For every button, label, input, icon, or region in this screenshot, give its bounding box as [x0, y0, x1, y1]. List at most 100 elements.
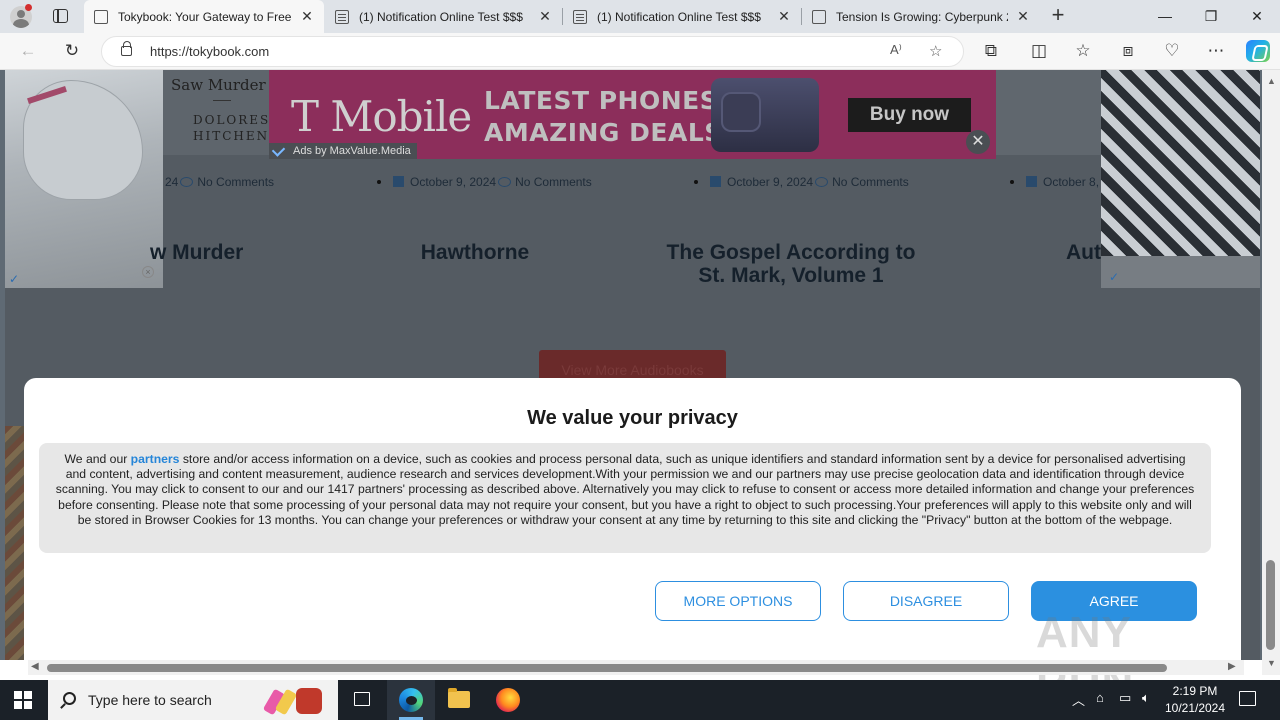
task-view-icon [354, 692, 370, 706]
author-line-2: HITCHENS [193, 129, 280, 143]
partners-link[interactable]: partners [131, 452, 180, 466]
side-ad-close-icon[interactable]: × [142, 266, 154, 278]
tab-cyberpunk[interactable]: Tension Is Growing: Cyberpunk 2 ✕ [802, 0, 1040, 33]
search-placeholder[interactable]: Type here to search [88, 692, 212, 708]
minimize-icon[interactable]: — [1155, 6, 1175, 26]
tmobile-banner-ad[interactable]: T Mobile LATEST PHONES AMAZING DEALS Buy… [269, 70, 996, 159]
post-date: 24 [165, 175, 179, 189]
scroll-down-icon[interactable]: ▼ [1267, 658, 1276, 668]
tab-title: (1) Notification Online Test $$$ [597, 9, 761, 24]
page-icon [335, 9, 349, 24]
buy-now-button[interactable]: Buy now [848, 98, 971, 132]
more-options-button[interactable]: MORE OPTIONS [655, 581, 821, 621]
task-view-button[interactable] [338, 680, 386, 720]
ad-headline: LATEST PHONES AMAZING DEALS [484, 85, 723, 149]
system-clock[interactable]: 2:19 PM 10/21/2024 [1163, 683, 1227, 717]
post-comments[interactable]: No Comments [515, 175, 592, 189]
book-title-line-2: St. Mark, Volume 1 [698, 264, 884, 287]
address-bar[interactable]: https://tokybook.com A⁾ ☆ [101, 36, 964, 67]
url-text[interactable]: https://tokybook.com [150, 44, 269, 59]
book-title-saw-murder[interactable]: w Murder [150, 241, 270, 264]
horizontal-scroll-thumb[interactable] [47, 664, 1167, 672]
book-cover-right[interactable] [996, 70, 1101, 155]
browser-essentials-icon[interactable]: ♡ [1160, 40, 1184, 62]
search-icon [63, 692, 76, 705]
scroll-left-icon[interactable]: ◀ [31, 661, 39, 672]
lock-icon[interactable] [121, 41, 132, 56]
close-tab-icon[interactable]: ✕ [300, 8, 314, 25]
copilot-icon[interactable] [1246, 40, 1270, 62]
tab-title: Tension Is Growing: Cyberpunk 2 [836, 9, 1008, 24]
extensions-icon[interactable]: ⧉ [979, 40, 1003, 62]
bullet [377, 180, 381, 184]
windows-taskbar: Type here to search ︿ ⌂ ▭ 🔈︎ 2:19 PM 10/… [0, 680, 1280, 720]
disagree-button[interactable]: DISAGREE [843, 581, 1009, 621]
tab-actions-icon[interactable] [53, 9, 68, 23]
ad-choice-icon[interactable]: ✓ [1109, 270, 1119, 284]
consent-title: We value your privacy [527, 407, 738, 429]
side-ad-left[interactable]: ✓ × [5, 70, 163, 288]
calendar-icon [1026, 176, 1037, 187]
page-icon [573, 9, 587, 24]
favorite-star-icon[interactable]: ☆ [929, 42, 942, 60]
ad-choice-icon[interactable]: ✓ [9, 272, 19, 286]
book-title-line-1: The Gospel According to [666, 241, 916, 264]
taskbar-firefox[interactable] [484, 680, 532, 720]
ad-headline-line-2: AMAZING DEALS [484, 118, 723, 147]
notification-center-icon[interactable] [1239, 691, 1256, 706]
horizontal-scrollbar[interactable]: ◀ ▶ [28, 660, 1244, 675]
taskbar-file-explorer[interactable] [435, 680, 483, 720]
windows-start-icon[interactable] [14, 691, 32, 709]
back-icon[interactable]: ← [16, 40, 40, 62]
tab-notification-1[interactable]: (1) Notification Online Test $$$ ✕ [325, 0, 562, 33]
consent-body-prefix: We and our [64, 452, 131, 466]
close-window-icon[interactable]: ✕ [1247, 6, 1267, 26]
book-title-partial[interactable]: Aut [1066, 241, 1106, 264]
close-tab-icon[interactable]: ✕ [1016, 8, 1030, 25]
book-title-hawthorne[interactable]: Hawthorne [380, 241, 570, 264]
vertical-scrollbar[interactable]: ▲ ▼ [1262, 70, 1280, 675]
collections-icon[interactable]: ⧈ [1116, 40, 1140, 62]
folder-icon [448, 688, 470, 708]
vertical-scroll-thumb[interactable] [1266, 560, 1275, 650]
refresh-icon[interactable]: ↻ [60, 40, 84, 62]
post-date: October 9, 2024 [410, 175, 497, 189]
settings-more-icon[interactable]: ⋯ [1204, 40, 1228, 62]
volume-icon[interactable]: 🔈︎ [1142, 690, 1150, 706]
post-comments[interactable]: No Comments [197, 175, 274, 189]
taskbar-edge[interactable] [387, 680, 435, 720]
close-tab-icon[interactable]: ✕ [777, 8, 791, 25]
favorites-icon[interactable]: ☆ [1071, 40, 1095, 62]
post-meta: October 8, [1010, 175, 1099, 189]
tray-chevron-icon[interactable]: ︿ [1072, 690, 1085, 709]
consent-body: We and our partners store and/or access … [39, 443, 1211, 553]
read-aloud-icon[interactable]: A⁾ [890, 42, 902, 58]
ad-close-icon[interactable]: ✕ [966, 130, 990, 154]
privacy-consent-dialog: We value your privacy We and our partner… [24, 378, 1241, 707]
book-cover-title: Saw Murder [171, 76, 266, 94]
bullet [1010, 180, 1014, 184]
tab-strip: Tokybook: Your Gateway to Free ✕ (1) Not… [0, 0, 1280, 33]
close-tab-icon[interactable]: ✕ [538, 8, 552, 25]
scroll-up-icon[interactable]: ▲ [1267, 76, 1276, 86]
split-screen-icon[interactable]: ◫ [1027, 40, 1051, 62]
side-ad-right[interactable]: ✓ [1101, 70, 1260, 288]
consent-body-text: store and/or access information on a dev… [55, 452, 1195, 527]
post-comments[interactable]: No Comments [832, 175, 909, 189]
scroll-right-icon[interactable]: ▶ [1228, 661, 1236, 672]
ad-credit-label[interactable]: Ads by MaxValue.Media [269, 143, 417, 159]
network-icon[interactable]: ▭ [1119, 690, 1131, 706]
taskbar-search[interactable]: Type here to search [48, 680, 338, 720]
browser-toolbar: ← ↻ https://tokybook.com A⁾ ☆ ⧉ ◫ ☆ ⧈ ♡ … [0, 33, 1280, 70]
book-title-gospel-mark[interactable]: The Gospel According to St. Mark, Volume… [640, 241, 942, 287]
clock-date: 10/21/2024 [1164, 701, 1226, 715]
book-cover-saw-murder[interactable]: Saw Murder DOLORES HITCHENS [163, 70, 277, 155]
new-tab-icon[interactable]: + [1047, 4, 1069, 28]
edge-icon [399, 688, 423, 712]
restore-icon[interactable]: ❐ [1201, 6, 1221, 26]
tab-title: Tokybook: Your Gateway to Free [118, 9, 292, 24]
tab-notification-2[interactable]: (1) Notification Online Test $$$ ✕ [563, 0, 801, 33]
tray-device-icon[interactable]: ⌂ [1096, 690, 1104, 705]
tab-tokybook[interactable]: Tokybook: Your Gateway to Free ✕ [84, 0, 324, 33]
profile-notification-dot [25, 4, 32, 11]
